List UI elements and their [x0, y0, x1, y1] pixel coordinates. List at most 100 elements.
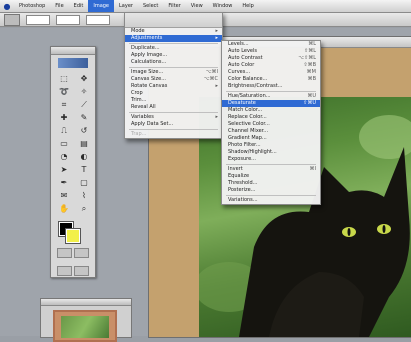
adjustments-item-exposure[interactable]: Exposure... — [222, 156, 320, 163]
menu-item-shortcut: ⇧⌘B — [303, 62, 316, 68]
adjustments-item-gradient-map[interactable]: Gradient Map... — [222, 135, 320, 142]
menu-photoshop[interactable]: Photoshop — [14, 0, 50, 12]
adjustments-item-levels[interactable]: Levels... ⌘L — [222, 41, 320, 48]
screen-mode-button-1[interactable] — [57, 266, 72, 276]
adjustments-item-auto-contrast[interactable]: Auto Contrast ⌥⇧⌘L — [222, 55, 320, 62]
adjustments-item-auto-levels[interactable]: Auto Levels ⇧⌘L — [222, 48, 320, 55]
lasso-icon[interactable]: ➰ — [56, 86, 72, 97]
zoom-icon[interactable]: ⌕ — [76, 203, 92, 214]
slice-icon[interactable]: ⟋ — [76, 99, 92, 110]
adjustments-item-brightness-contrast[interactable]: Brightness/Contrast... — [222, 83, 320, 90]
menu-help[interactable]: Help — [237, 0, 258, 12]
navigator-thumbnail[interactable] — [53, 310, 117, 342]
adjustments-item-match-color[interactable]: Match Color... — [222, 107, 320, 114]
eyedropper-icon[interactable]: ⌇ — [76, 190, 92, 201]
menu-item-label: Calculations... — [131, 59, 167, 65]
adjustments-item-threshold[interactable]: Threshold... — [222, 180, 320, 187]
image-menu-item-rotate-canvas[interactable]: Rotate Canvas ▸ — [125, 83, 222, 90]
menu-item-shortcut: ⌥⌘C — [203, 76, 218, 82]
menu-item-label: Reveal All — [131, 104, 156, 110]
adjustments-item-variations[interactable]: Variations... — [222, 197, 320, 204]
healing-brush-icon[interactable]: ✚ — [56, 112, 72, 123]
menu-item-label: Rotate Canvas — [131, 83, 168, 89]
tool-preset-picker[interactable] — [4, 13, 20, 26]
image-menu-item-adjustments[interactable]: Adjustments ▸ — [125, 35, 222, 42]
menu-file[interactable]: File — [50, 0, 68, 12]
option-field-1[interactable] — [26, 14, 50, 25]
adjustments-submenu: Levels... ⌘L Auto Levels ⇧⌘L Auto Contrast ⌥⇧… — [221, 40, 321, 205]
menu-item-shortcut: ▸ — [215, 28, 218, 34]
menu-item-label: Apply Data Set... — [131, 121, 174, 127]
adjustments-item-invert[interactable]: Invert ⌘I — [222, 166, 320, 173]
menu-window[interactable]: Window — [208, 0, 238, 12]
hand-icon[interactable]: ✋ — [56, 203, 72, 214]
pen-icon[interactable]: ✒ — [56, 177, 72, 188]
dodge-icon[interactable]: ◐ — [76, 151, 92, 162]
stamp-icon[interactable]: ⎍ — [56, 125, 72, 136]
adjustments-item-auto-color[interactable]: Auto Color ⇧⌘B — [222, 62, 320, 69]
adjustments-item-hue-saturation[interactable]: Hue/Saturation... ⌘U — [222, 93, 320, 100]
image-menu-item-calculations[interactable]: Calculations... — [125, 59, 222, 66]
move-icon[interactable]: ✥ — [76, 73, 92, 84]
image-menu-item-crop[interactable]: Crop — [125, 90, 222, 97]
menu-item-label: Canvas Size... — [131, 76, 166, 82]
menu-item-shortcut: ⇧⌘L — [304, 48, 316, 54]
menu-image[interactable]: Image — [88, 0, 115, 12]
menu-item-label: Posterize... — [228, 187, 256, 193]
menu-item-shortcut: ▸ — [215, 83, 218, 89]
apple-icon[interactable]: ● — [0, 2, 14, 11]
adjustments-item-channel-mixer[interactable]: Channel Mixer... — [222, 128, 320, 135]
menu-item-label: Image Size... — [131, 69, 164, 75]
gradient-icon[interactable]: ▤ — [76, 138, 92, 149]
background-color-swatch[interactable] — [65, 228, 81, 244]
path-select-icon[interactable]: ➤ — [56, 164, 72, 175]
eraser-icon[interactable]: ▭ — [56, 138, 72, 149]
adjustments-item-equalize[interactable]: Equalize — [222, 173, 320, 180]
option-field-3[interactable] — [86, 14, 110, 25]
adjustments-item-shadow-highlight[interactable]: Shadow/Highlight... — [222, 149, 320, 156]
notes-icon[interactable]: ✉ — [56, 190, 72, 201]
adjustments-item-posterize[interactable]: Posterize... — [222, 187, 320, 194]
menu-select[interactable]: Select — [138, 0, 163, 12]
toolbox: ⬚ ✥ ➰ ✧ ⌗ ⟋ ✚ ✎ ⎍ ↺ ▭ ▤ ◔ ◐ ➤ T ✒ ▢ ✉ ⌇ ✋ ⌕ — [50, 46, 96, 278]
image-menu-item-mode[interactable]: Mode ▸ — [125, 28, 222, 35]
adjustments-item-color-balance[interactable]: Color Balance... ⌘B — [222, 76, 320, 83]
adjustments-item-replace-color[interactable]: Replace Color... — [222, 114, 320, 121]
photoshop-logo[interactable] — [58, 58, 88, 68]
menu-layer[interactable]: Layer — [114, 0, 138, 12]
option-field-2[interactable] — [56, 14, 80, 25]
menu-edit[interactable]: Edit — [69, 0, 89, 12]
toolbox-title-bar[interactable] — [51, 47, 95, 55]
brush-icon[interactable]: ✎ — [76, 112, 92, 123]
blur-icon[interactable]: ◔ — [56, 151, 72, 162]
screen-mode-button-2[interactable] — [74, 266, 89, 276]
image-menu-item-apply-image[interactable]: Apply Image... — [125, 52, 222, 59]
magic-wand-icon[interactable]: ✧ — [76, 86, 92, 97]
menu-item-label: Trap... — [131, 131, 147, 137]
marquee-icon[interactable]: ⬚ — [56, 73, 72, 84]
image-menu-item-image-size[interactable]: Image Size... ⌥⌘I — [125, 69, 222, 76]
history-brush-icon[interactable]: ↺ — [76, 125, 92, 136]
adjustments-item-curves[interactable]: Curves... ⌘M — [222, 69, 320, 76]
adjustments-item-selective-color[interactable]: Selective Color... — [222, 121, 320, 128]
image-menu-item-trim[interactable]: Trim... — [125, 97, 222, 104]
image-menu-item-trap[interactable]: Trap... — [125, 131, 222, 138]
standard-mode-button[interactable] — [57, 248, 72, 258]
adjustments-item-desaturate[interactable]: Desaturate ⇧⌘U — [222, 100, 320, 107]
adjustments-item-photo-filter[interactable]: Photo Filter... — [222, 142, 320, 149]
type-icon[interactable]: T — [76, 164, 92, 175]
menu-item-shortcut: ⌥⇧⌘L — [298, 55, 316, 61]
quick-mask-button[interactable] — [74, 248, 89, 258]
crop-icon[interactable]: ⌗ — [56, 99, 72, 110]
image-menu-item-reveal-all[interactable]: Reveal All — [125, 104, 222, 111]
image-menu-item-apply-data-set[interactable]: Apply Data Set... — [125, 121, 222, 128]
image-menu-item-variables[interactable]: Variables ▸ — [125, 114, 222, 121]
menu-item-shortcut: ▸ — [215, 35, 218, 41]
color-swatches — [58, 221, 95, 244]
image-menu-item-duplicate[interactable]: Duplicate... — [125, 45, 222, 52]
menu-filter[interactable]: Filter — [163, 0, 185, 12]
navigator-title-bar[interactable] — [41, 299, 131, 306]
menu-view[interactable]: View — [186, 0, 208, 12]
shape-icon[interactable]: ▢ — [76, 177, 92, 188]
image-menu-item-canvas-size[interactable]: Canvas Size... ⌥⌘C — [125, 76, 222, 83]
